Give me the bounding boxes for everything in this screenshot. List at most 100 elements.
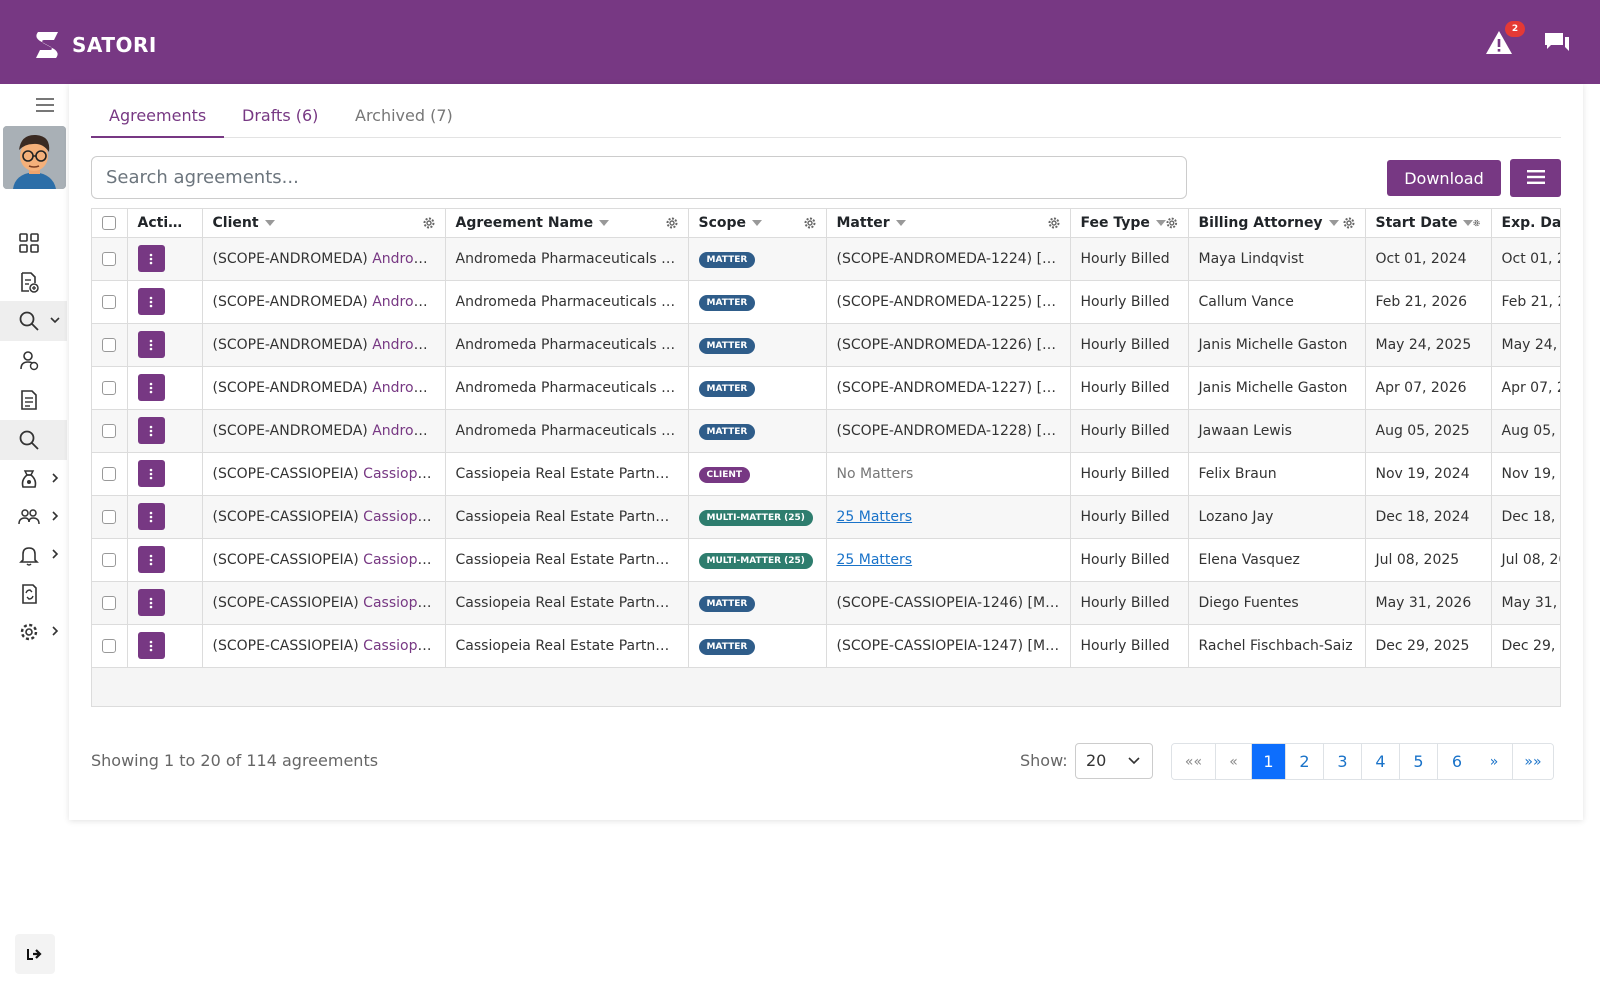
matters-link[interactable]: 25 Matters [837,552,913,568]
table-row[interactable]: (SCOPE-ANDROMEDA) Andromeda Pharmaceutic… [92,409,1560,453]
page-3-button[interactable]: 3 [1324,744,1362,779]
client-name-link[interactable]: Andromeda Pharmaceuticals [372,380,444,396]
agreement-name-cell[interactable]: Cassiopeia Real Estate Partners Agreemen… [445,452,689,496]
sidebar-item-settings[interactable] [0,612,67,652]
row-checkbox[interactable] [102,638,117,653]
row-actions-button[interactable] [137,460,165,487]
header-agreement-name[interactable]: Agreement Name [445,209,689,238]
table-row[interactable]: (SCOPE-ANDROMEDA) Andromeda Pharmaceutic… [92,280,1560,324]
table-row[interactable]: (SCOPE-CASSIOPEIA) Cassiopeia Real Estat… [92,538,1560,582]
client-name-link[interactable]: Cassiopeia Real Estate Partners [363,552,444,568]
row-actions-button[interactable] [137,417,165,444]
table-row[interactable]: (SCOPE-CASSIOPEIA) Cassiopeia Real Estat… [92,495,1560,539]
column-settings-icon[interactable] [1166,217,1178,229]
sort-icon[interactable] [752,219,763,226]
header-start-date[interactable]: Start Date [1365,209,1492,238]
tab-archived[interactable]: Archived (7) [355,106,453,138]
agreement-name-cell[interactable]: Andromeda Pharmaceuticals Agreement [445,280,689,324]
brand[interactable]: SATORI [30,28,157,62]
sort-icon[interactable] [1155,219,1166,226]
client-name-link[interactable]: Cassiopeia Real Estate Partners [363,509,444,525]
row-actions-button[interactable] [137,546,165,573]
client-name-link[interactable]: Cassiopeia Real Estate Partners [363,638,444,654]
download-button[interactable]: Download [1387,160,1501,196]
header-scope[interactable]: Scope [688,209,827,238]
table-row[interactable]: (SCOPE-CASSIOPEIA) Cassiopeia Real Estat… [92,624,1560,668]
row-actions-button[interactable] [137,374,165,401]
select-all-checkbox[interactable] [102,215,117,230]
client-name-link[interactable]: Cassiopeia Real Estate Partners [363,595,444,611]
row-checkbox[interactable] [102,251,117,266]
client-name-link[interactable]: Andromeda Pharmaceuticals [372,251,444,267]
agreement-name-cell[interactable]: Andromeda Pharmaceuticals Agreement [445,409,689,453]
row-actions-button[interactable] [137,331,165,358]
page-prev-button[interactable]: « [1216,744,1252,779]
column-menu-button[interactable] [1510,159,1561,197]
row-actions-button[interactable] [137,245,165,272]
header-fee-type[interactable]: Fee Type [1070,209,1189,238]
sidebar-item-new-agreement[interactable] [0,262,67,302]
row-actions-button[interactable] [137,589,165,616]
column-settings-icon[interactable] [804,217,816,229]
row-checkbox[interactable] [102,595,117,610]
table-row[interactable]: (SCOPE-ANDROMEDA) Andromeda Pharmaceutic… [92,323,1560,367]
row-actions-button[interactable] [137,632,165,659]
sort-icon[interactable] [1463,219,1474,226]
sort-icon[interactable] [895,219,906,226]
row-checkbox[interactable] [102,294,117,309]
sidebar-item-teams[interactable] [0,497,67,537]
column-settings-icon[interactable] [1473,217,1481,229]
row-checkbox[interactable] [102,466,117,481]
agreement-name-cell[interactable]: Cassiopeia Real Estate Partners Agreemen… [445,495,689,539]
table-row[interactable]: (SCOPE-ANDROMEDA) Andromeda Pharmaceutic… [92,366,1560,410]
row-actions-button[interactable] [137,288,165,315]
matters-link[interactable]: 25 Matters [837,509,913,525]
logout-button[interactable] [15,934,55,974]
sidebar-item-users[interactable] [0,340,67,380]
sidebar-item-dashboard[interactable] [0,223,67,263]
page-1-button[interactable]: 1 [1252,744,1286,779]
table-row[interactable]: (SCOPE-CASSIOPEIA) Cassiopeia Real Estat… [92,581,1560,625]
hamburger-menu-icon[interactable] [36,98,54,112]
page-5-button[interactable]: 5 [1400,744,1438,779]
client-name-link[interactable]: Andromeda Pharmaceuticals [372,337,444,353]
row-checkbox[interactable] [102,509,117,524]
page-next-button[interactable]: » [1476,744,1513,779]
page-size-select[interactable]: 20 [1075,743,1153,779]
column-settings-icon[interactable] [1048,217,1060,229]
sort-icon[interactable] [599,219,610,226]
column-settings-icon[interactable] [666,217,678,229]
sidebar-item-sync[interactable] [0,574,67,614]
agreement-name-cell[interactable]: Andromeda Pharmaceuticals Agreement [445,323,689,367]
agreement-name-cell[interactable]: Cassiopeia Real Estate Partners Agreemen… [445,624,689,668]
table-row[interactable]: (SCOPE-CASSIOPEIA) Cassiopeia Real Estat… [92,452,1560,496]
header-billing-attorney[interactable]: Billing Attorney [1188,209,1366,238]
row-checkbox[interactable] [102,337,117,352]
row-actions-button[interactable] [137,503,165,530]
header-exp-date[interactable]: Exp. Date [1491,209,1560,238]
table-row[interactable]: (SCOPE-ANDROMEDA) Andromeda Pharmaceutic… [92,237,1560,281]
header-matter[interactable]: Matter [826,209,1071,238]
chat-icon[interactable] [1542,28,1572,58]
agreement-name-cell[interactable]: Cassiopeia Real Estate Partners Agreemen… [445,581,689,625]
page-2-button[interactable]: 2 [1286,744,1324,779]
client-name-link[interactable]: Cassiopeia Real Estate Partners [363,466,444,482]
tab-agreements[interactable]: Agreements [91,106,225,138]
row-checkbox[interactable] [102,380,117,395]
page-4-button[interactable]: 4 [1362,744,1400,779]
row-checkbox[interactable] [102,552,117,567]
sort-icon[interactable] [264,219,275,226]
avatar[interactable] [3,126,66,189]
tab-drafts[interactable]: Drafts (6) [242,106,318,138]
sidebar-item-search-menu[interactable] [0,301,67,341]
sidebar-item-billing[interactable] [0,459,67,499]
client-name-link[interactable]: Andromeda Pharmaceuticals [372,423,444,439]
sidebar-item-notifications[interactable] [0,535,67,575]
agreement-name-cell[interactable]: Andromeda Pharmaceuticals Agreement [445,366,689,410]
row-checkbox[interactable] [102,423,117,438]
agreement-name-cell[interactable]: Cassiopeia Real Estate Partners Agreemen… [445,538,689,582]
client-name-link[interactable]: Andromeda Pharmaceuticals [372,294,444,310]
sort-icon[interactable] [1328,219,1339,226]
page-first-button[interactable]: «« [1172,744,1216,779]
page-last-button[interactable]: »» [1513,744,1553,779]
